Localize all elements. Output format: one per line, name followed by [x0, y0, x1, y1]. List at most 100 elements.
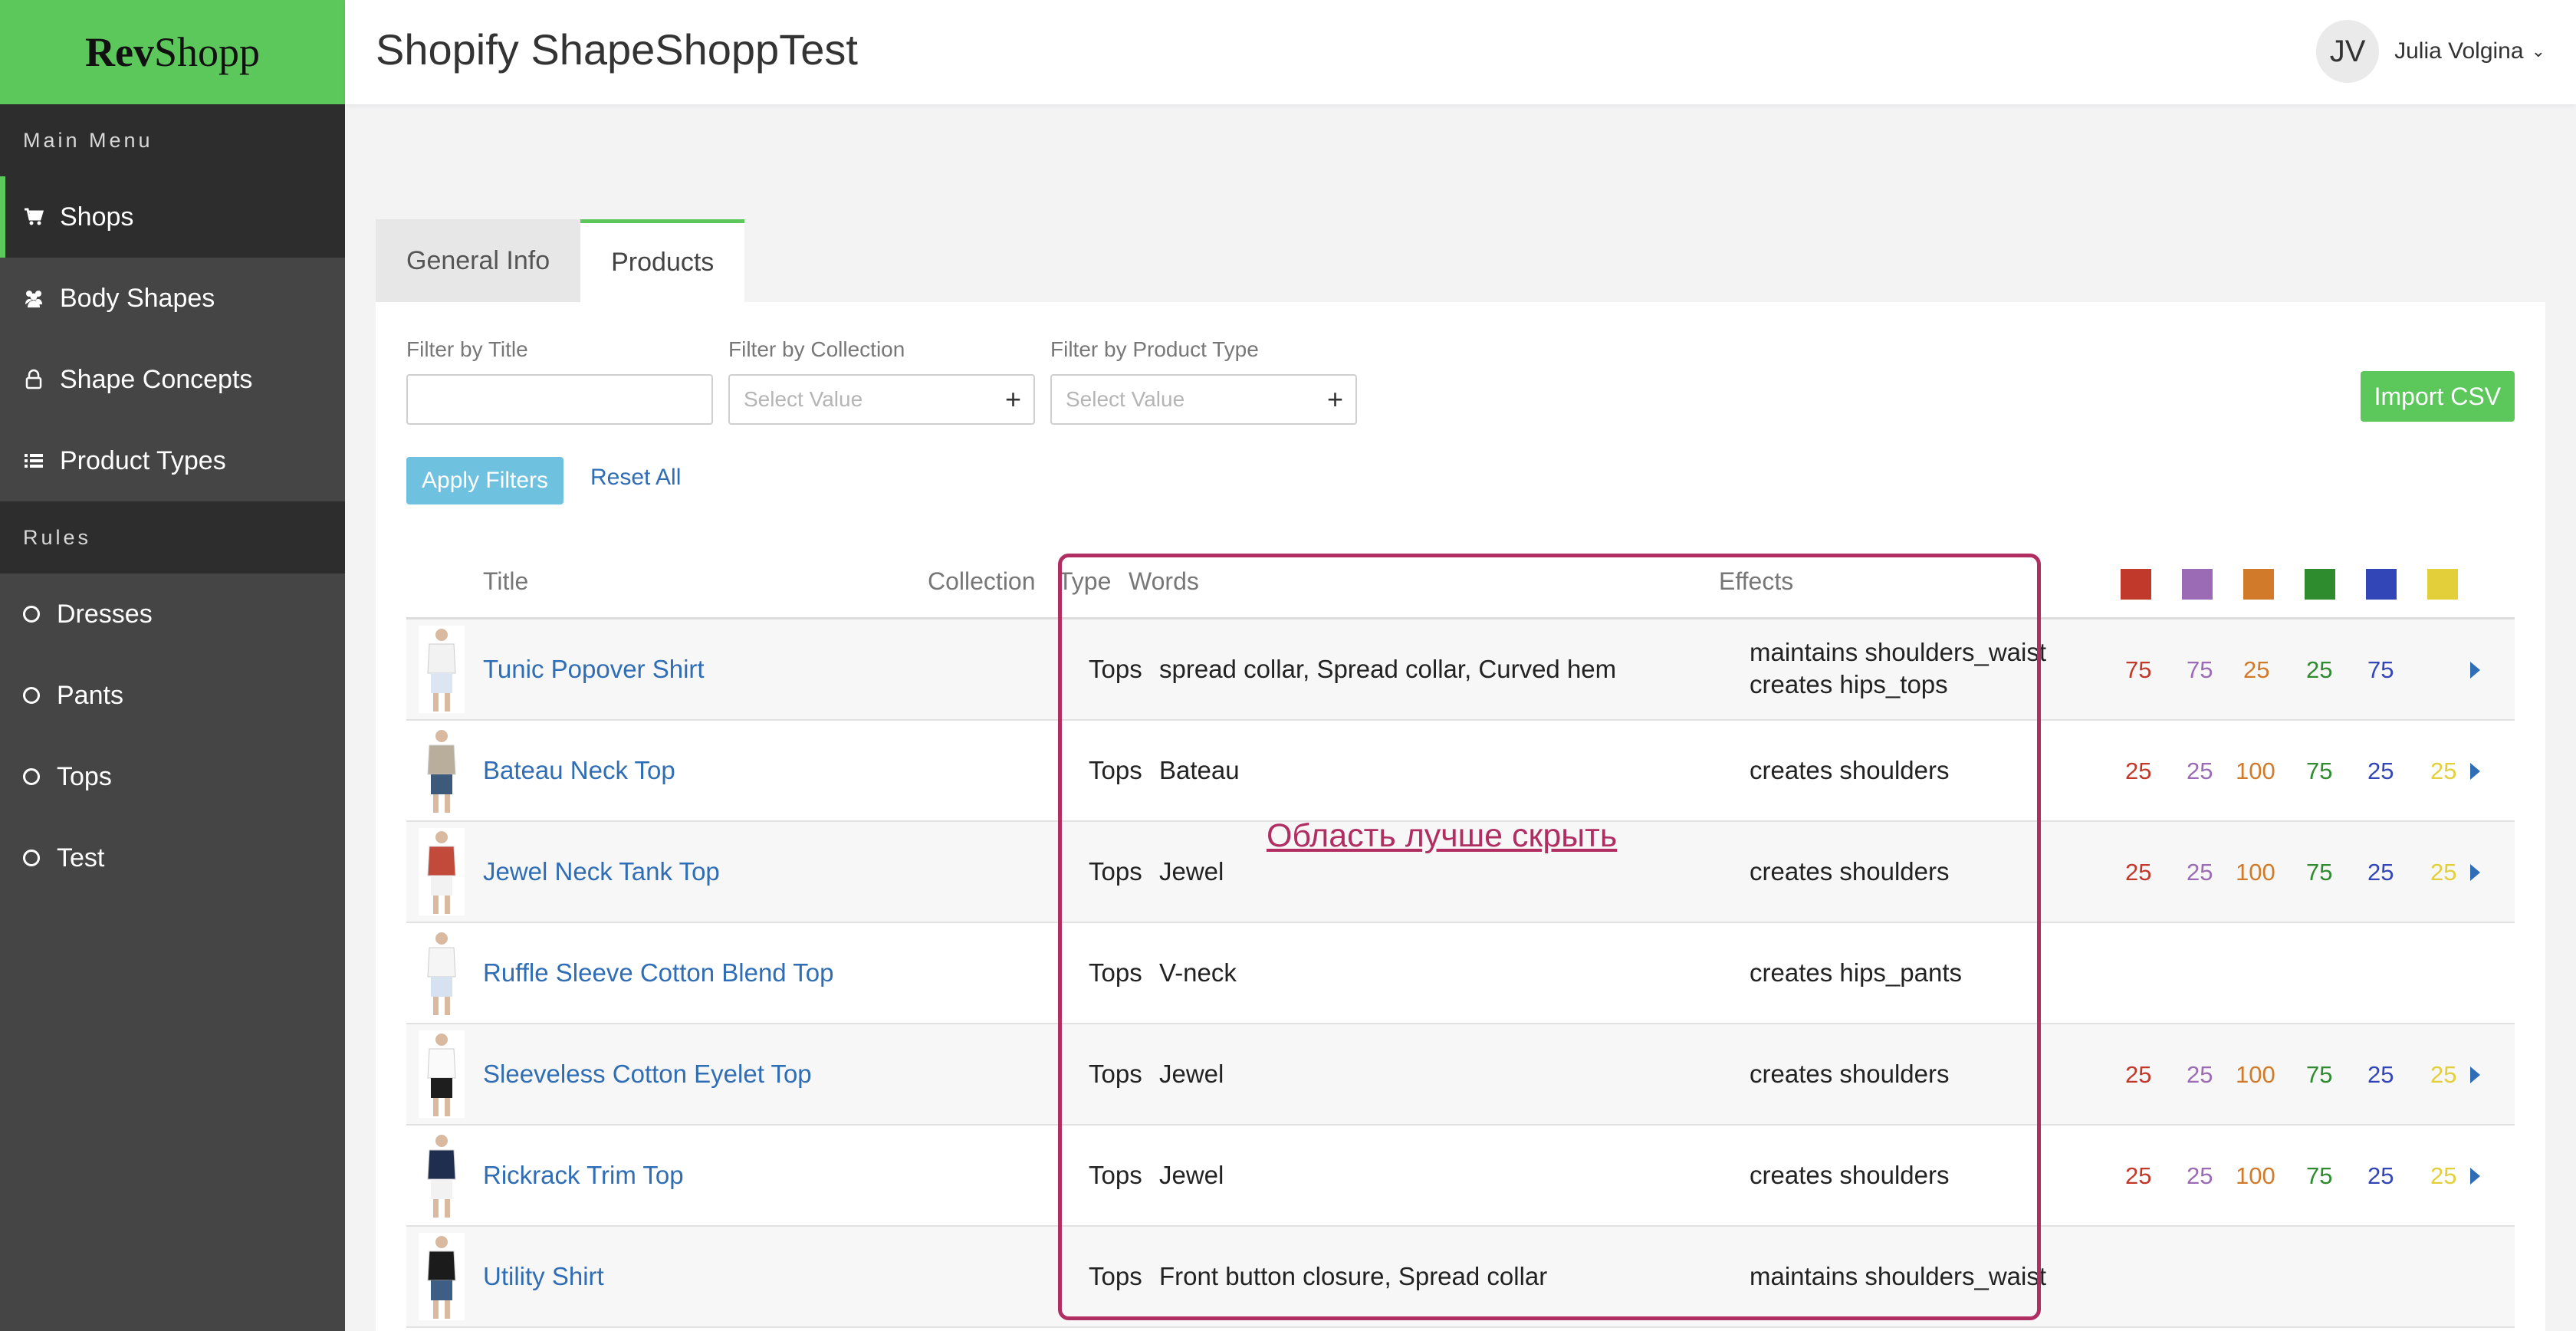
- sidebar-item-shops[interactable]: Shops: [0, 176, 345, 258]
- filter-collection-select[interactable]: Select Value +: [728, 374, 1035, 425]
- expand-arrow-icon[interactable]: [2470, 662, 2480, 679]
- expand-arrow-icon[interactable]: [2470, 763, 2480, 780]
- product-title-link[interactable]: Rickrack Trim Top: [483, 1161, 684, 1190]
- score-value: 75: [2306, 758, 2333, 784]
- product-title-link[interactable]: Bateau Neck Top: [483, 756, 675, 785]
- product-title-link[interactable]: Utility Shirt: [483, 1262, 604, 1291]
- user-name: Julia Volgina: [2394, 38, 2524, 64]
- circle-icon: [23, 850, 40, 866]
- expand-arrow-icon[interactable]: [2470, 1066, 2480, 1083]
- score-value: 25: [2367, 758, 2394, 784]
- logo-light-text: Shopp: [153, 29, 260, 75]
- score-value: 100: [2236, 859, 2275, 886]
- score-value: 75: [2306, 859, 2333, 886]
- product-type: Tops: [1089, 1262, 1142, 1290]
- expand-arrow-icon[interactable]: [2470, 864, 2480, 881]
- sidebar-item-dresses[interactable]: Dresses: [0, 573, 345, 655]
- product-words: V-neck: [1159, 958, 1237, 987]
- product-effect: creates shoulders: [1750, 756, 1950, 784]
- product-title-link[interactable]: Jewel Neck Tank Top: [483, 857, 720, 886]
- reset-all-link[interactable]: Reset All: [590, 465, 681, 491]
- score-value: 25: [2367, 1162, 2394, 1189]
- user-menu[interactable]: JV Julia Volgina ⌄: [2316, 20, 2545, 83]
- score-value: 25: [2125, 859, 2152, 886]
- score-value: 25: [2430, 1061, 2457, 1088]
- list-icon: [23, 450, 44, 472]
- score-value: 25: [2187, 758, 2213, 784]
- product-words: Jewel: [1159, 857, 1224, 886]
- header-type[interactable]: Type: [1058, 567, 1111, 596]
- tab-products[interactable]: Products: [580, 219, 745, 302]
- score-value: 25: [2430, 859, 2457, 886]
- score-value: 25: [2367, 1061, 2394, 1088]
- score-value: 25: [2306, 656, 2333, 683]
- product-effect: maintains shoulders_waist: [1750, 638, 2047, 666]
- table-body: Tunic Popover Shirt Tops spread collar, Sp…: [406, 619, 2515, 1328]
- sidebar-item-test[interactable]: Test: [0, 817, 345, 899]
- import-csv-button[interactable]: Import CSV: [2360, 371, 2515, 422]
- sidebar-item-tops[interactable]: Tops: [0, 736, 345, 817]
- app-logo[interactable]: Rev Shopp: [0, 0, 345, 104]
- header-words[interactable]: Words: [1129, 567, 1199, 596]
- sidebar-item-label: Test: [57, 843, 105, 873]
- table-row[interactable]: Tunic Popover Shirt Tops spread collar, Sp…: [406, 619, 2515, 721]
- sidebar-item-pants[interactable]: Pants: [0, 655, 345, 736]
- plus-icon: +: [1004, 383, 1021, 415]
- product-thumbnail[interactable]: [419, 1233, 465, 1320]
- table-row[interactable]: Sleeveless Cotton Eyelet Top Tops Jewel cre…: [406, 1024, 2515, 1126]
- header-effects[interactable]: Effects: [1719, 567, 1793, 596]
- product-thumbnail[interactable]: [419, 626, 465, 713]
- expand-arrow-icon[interactable]: [2470, 1168, 2480, 1185]
- header-collection[interactable]: Collection: [928, 567, 1036, 596]
- color-swatch: [2243, 569, 2274, 600]
- select-placeholder: Select Value: [744, 387, 863, 411]
- score-value: 75: [2367, 656, 2394, 683]
- sidebar-item-product-types[interactable]: Product Types: [0, 420, 345, 501]
- product-title-link[interactable]: Ruffle Sleeve Cotton Blend Top: [483, 958, 833, 988]
- cart-icon: [23, 206, 44, 228]
- sidebar-item-label: Shape Concepts: [60, 364, 253, 394]
- product-thumbnail[interactable]: [419, 929, 465, 1017]
- product-effect: creates hips_tops: [1750, 670, 1948, 698]
- top-bar: Shopify ShapeShoppTest JV Julia Volgina …: [345, 0, 2576, 104]
- header-title[interactable]: Title: [483, 567, 528, 596]
- product-title-link[interactable]: Sleeveless Cotton Eyelet Top: [483, 1060, 812, 1089]
- product-words: Jewel: [1159, 1060, 1224, 1088]
- page-title: Shopify ShapeShoppTest: [376, 25, 858, 74]
- tab-general-info[interactable]: General Info: [376, 219, 581, 302]
- sidebar: Rev Shopp Main Menu Shops Body Shapes Sha…: [0, 0, 345, 1331]
- apply-filters-button[interactable]: Apply Filters: [406, 457, 564, 504]
- product-title-link[interactable]: Tunic Popover Shirt: [483, 655, 705, 684]
- score-value: 100: [2236, 1162, 2275, 1189]
- table-row[interactable]: Utility Shirt Tops Front button closure, S…: [406, 1227, 2515, 1328]
- table-row[interactable]: Ruffle Sleeve Cotton Blend Top Tops V-neck…: [406, 923, 2515, 1024]
- product-thumbnail[interactable]: [419, 727, 465, 814]
- score-value: 75: [2306, 1162, 2333, 1189]
- product-effect: maintains shoulders_waist: [1750, 1262, 2047, 1290]
- product-thumbnail[interactable]: [419, 828, 465, 915]
- circle-icon: [23, 606, 40, 623]
- sidebar-item-label: Body Shapes: [60, 283, 215, 313]
- sidebar-item-body-shapes[interactable]: Body Shapes: [0, 258, 345, 339]
- plus-icon: +: [1326, 383, 1343, 415]
- score-value: 75: [2187, 656, 2213, 683]
- filter-title-input[interactable]: [406, 374, 713, 425]
- product-type: Tops: [1089, 1060, 1142, 1088]
- score-value: 25: [2187, 1162, 2213, 1189]
- select-placeholder: Select Value: [1066, 387, 1185, 411]
- products-panel: Filter by Title Filter by Collection Sel…: [376, 302, 2545, 1331]
- score-value: 75: [2306, 1061, 2333, 1088]
- product-effect: creates shoulders: [1750, 1060, 1950, 1088]
- sidebar-item-shape-concepts[interactable]: Shape Concepts: [0, 339, 345, 420]
- product-thumbnail[interactable]: [419, 1132, 465, 1219]
- score-value: 100: [2236, 758, 2275, 784]
- avatar: JV: [2316, 20, 2380, 83]
- product-words: Front button closure, Spread collar: [1159, 1262, 1548, 1290]
- product-type: Tops: [1089, 857, 1142, 886]
- table-row[interactable]: Bateau Neck Top Tops Bateau creates shoulde…: [406, 721, 2515, 822]
- filter-product-type-select[interactable]: Select Value +: [1050, 374, 1357, 425]
- score-value: 25: [2187, 1061, 2213, 1088]
- product-thumbnail[interactable]: [419, 1030, 465, 1118]
- table-row[interactable]: Rickrack Trim Top Tops Jewel creates should…: [406, 1126, 2515, 1227]
- annotation-text: Область лучше скрыть: [1267, 817, 1618, 854]
